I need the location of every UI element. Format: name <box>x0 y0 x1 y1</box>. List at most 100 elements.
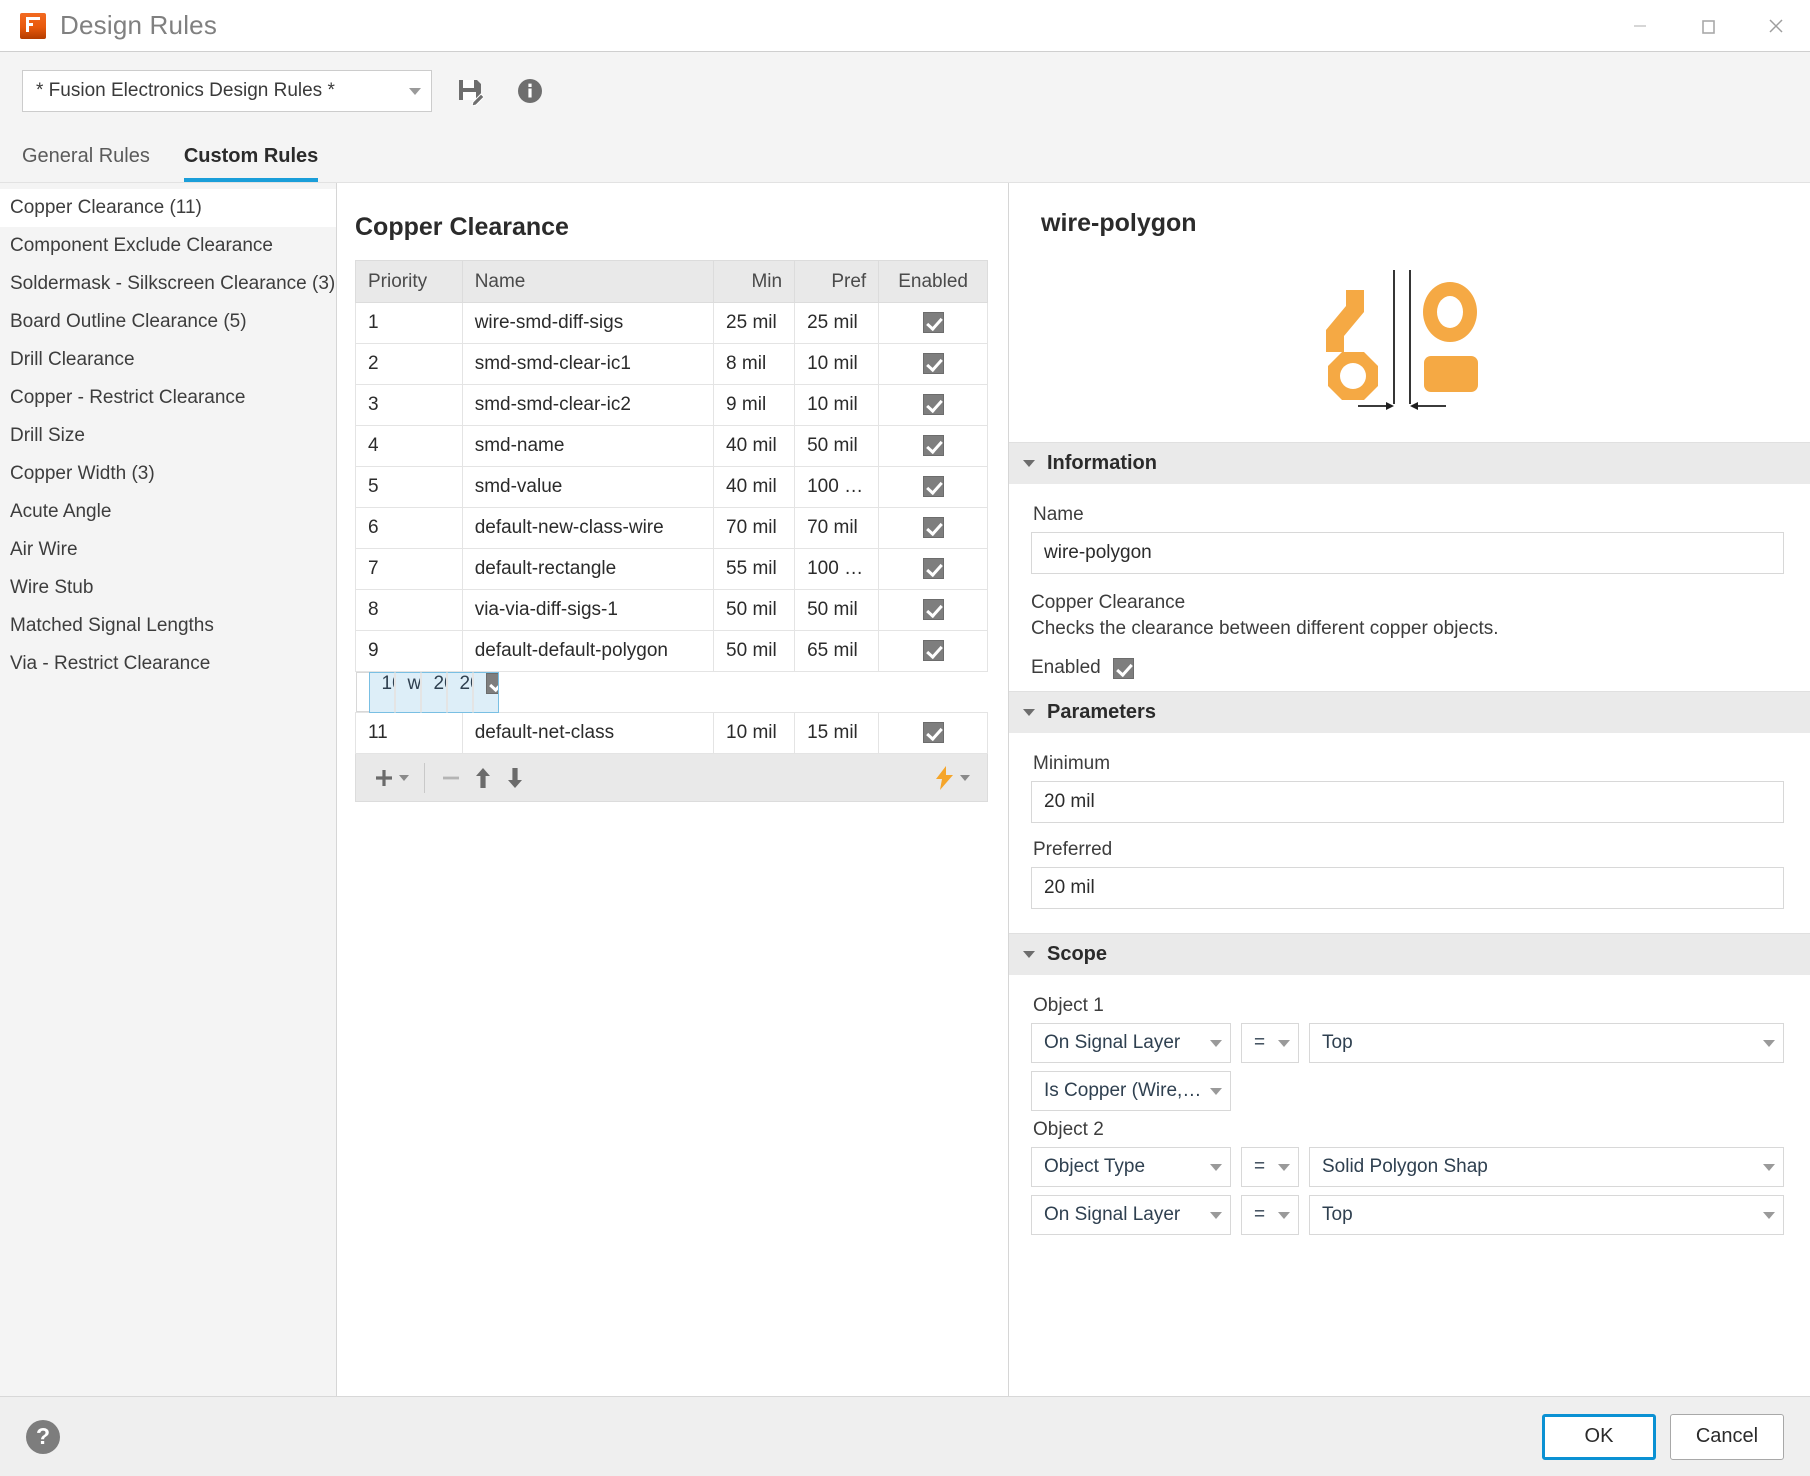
chevron-down-icon <box>1763 1039 1775 1047</box>
rule-category-label: Soldermask - Silkscreen Clearance (3) <box>10 273 336 294</box>
scope-operator-select[interactable]: = <box>1241 1023 1299 1064</box>
scope-property-select[interactable]: On Signal Layer <box>1031 1195 1231 1236</box>
chevron-down-icon <box>960 774 970 781</box>
rule-category-item[interactable]: Via - Restrict Clearance <box>0 645 336 683</box>
row-enabled-checkbox[interactable] <box>922 476 944 498</box>
cell-priority: 6 <box>355 507 463 549</box>
table-row[interactable]: 5 smd-value 40 mil 100 mil <box>355 466 988 508</box>
scope-operator-select[interactable]: = <box>1241 1195 1299 1236</box>
cell-name: smd-value <box>461 466 715 508</box>
cell-pref: 70 mil <box>794 507 880 549</box>
move-up-button[interactable] <box>467 758 499 798</box>
table-row[interactable]: 3 smd-smd-clear-ic2 9 mil 10 mil <box>355 384 988 426</box>
row-enabled-checkbox[interactable] <box>922 312 944 334</box>
row-enabled-checkbox[interactable] <box>485 672 498 694</box>
design-rules-dialog: Design Rules * Fusion Electronics Design… <box>0 0 1810 1476</box>
table-row[interactable]: 4 smd-name 40 mil 50 mil <box>355 425 988 467</box>
column-header-pref[interactable]: Pref <box>794 260 880 303</box>
scope-value-select[interactable]: Solid Polygon Shap <box>1309 1147 1784 1188</box>
rule-category-item[interactable]: Matched Signal Lengths <box>0 607 336 645</box>
rule-category-item[interactable]: Board Outline Clearance (5) <box>0 303 336 341</box>
row-enabled-checkbox[interactable] <box>922 640 944 662</box>
cell-name: smd-smd-clear-ic1 <box>461 343 715 385</box>
ok-button[interactable]: OK <box>1542 1413 1656 1460</box>
tab-general-rules[interactable]: General Rules <box>22 145 150 182</box>
scope-property-select[interactable]: On Signal Layer <box>1031 1023 1231 1064</box>
fusion-logo-icon <box>20 12 46 39</box>
info-icon[interactable] <box>508 69 552 113</box>
move-down-button[interactable] <box>499 758 531 798</box>
minimize-icon[interactable] <box>1606 0 1674 52</box>
table-row[interactable]: 9 default-default-polygon 50 mil 65 mil <box>355 630 988 672</box>
minimum-label: Minimum <box>1033 753 1111 775</box>
save-as-icon[interactable] <box>448 69 492 113</box>
scope-property-select[interactable]: Object Type <box>1031 1147 1231 1188</box>
window-title: Design Rules <box>60 10 218 40</box>
scope-value-select[interactable]: Top <box>1309 1195 1784 1236</box>
cell-priority: 4 <box>355 425 463 467</box>
design-rules-profile-select[interactable]: * Fusion Electronics Design Rules * <box>22 70 432 112</box>
column-header-name[interactable]: Name <box>461 260 715 303</box>
row-enabled-checkbox[interactable] <box>922 435 944 457</box>
row-enabled-checkbox[interactable] <box>922 722 944 744</box>
rule-category-label: Acute Angle <box>10 501 112 522</box>
column-header-priority[interactable]: Priority <box>355 260 463 303</box>
remove-rule-button[interactable] <box>435 758 467 798</box>
scope-property-value: On Signal Layer <box>1044 1204 1181 1226</box>
rule-category-item[interactable]: Copper Width (3) <box>0 455 336 493</box>
row-enabled-checkbox[interactable] <box>922 599 944 621</box>
cell-priority: 5 <box>355 466 463 508</box>
table-row[interactable]: 11 default-net-class 10 mil 15 mil <box>355 712 988 754</box>
quick-actions-button[interactable] <box>927 758 975 798</box>
table-row[interactable]: 7 default-rectangle 55 mil 100 mil <box>355 548 988 590</box>
table-row[interactable]: 8 via-via-diff-sigs-1 50 mil 50 mil <box>355 589 988 631</box>
cell-pref: 50 mil <box>794 589 880 631</box>
cell-priority: 1 <box>355 302 463 344</box>
row-enabled-checkbox[interactable] <box>922 353 944 375</box>
rules-table-body: 1 wire-smd-diff-sigs 25 mil 25 mil 2 smd-smd-… <box>355 302 988 754</box>
cell-min: 40 mil <box>713 425 796 467</box>
scope-value-select[interactable]: Top <box>1309 1023 1784 1064</box>
table-row[interactable]: 10wire-polygon20 mil20 mil <box>355 671 499 713</box>
table-row[interactable]: 6 default-new-class-wire 70 mil 70 mil <box>355 507 988 549</box>
detail-header: wire-polygon <box>1009 183 1810 442</box>
rule-category-item[interactable]: Drill Size <box>0 417 336 455</box>
tab-custom-rules[interactable]: Custom Rules <box>183 145 319 182</box>
section-header-information[interactable]: Information <box>1009 442 1810 484</box>
rule-category-item[interactable]: Soldermask - Silkscreen Clearance (3) <box>0 265 336 303</box>
section-header-scope[interactable]: Scope <box>1009 933 1810 976</box>
name-input[interactable]: wire-polygon <box>1031 532 1784 574</box>
close-icon[interactable] <box>1742 0 1810 52</box>
row-enabled-checkbox[interactable] <box>922 517 944 539</box>
maximize-icon[interactable] <box>1674 0 1742 52</box>
table-row[interactable]: 2 smd-smd-clear-ic1 8 mil 10 mil <box>355 343 988 385</box>
cancel-button[interactable]: Cancel <box>1670 1413 1784 1460</box>
rule-category-item[interactable]: Acute Angle <box>0 493 336 531</box>
row-enabled-checkbox[interactable] <box>922 394 944 416</box>
column-header-enabled[interactable]: Enabled <box>878 260 988 303</box>
scope-condition-row: On Signal Layer = Top <box>1031 1195 1784 1236</box>
row-enabled-checkbox[interactable] <box>922 558 944 580</box>
rule-category-item[interactable]: Air Wire <box>0 531 336 569</box>
help-icon[interactable]: ? <box>26 1419 60 1454</box>
chevron-down-icon <box>1278 1039 1290 1047</box>
minimum-input[interactable]: 20 mil <box>1031 781 1784 824</box>
cell-min: 9 mil <box>713 384 796 426</box>
enabled-checkbox[interactable] <box>1112 657 1134 679</box>
rule-category-item[interactable]: Component Exclude Clearance <box>0 227 336 265</box>
rule-category-item[interactable]: Drill Clearance <box>0 341 336 379</box>
section-header-parameters[interactable]: Parameters <box>1009 691 1810 734</box>
rule-category-item[interactable]: Copper - Restrict Clearance <box>0 379 336 417</box>
add-rule-button[interactable] <box>368 758 414 798</box>
rule-category-item[interactable]: Wire Stub <box>0 569 336 607</box>
cell-min: 40 mil <box>713 466 796 508</box>
table-row[interactable]: 1 wire-smd-diff-sigs 25 mil 25 mil <box>355 302 988 344</box>
scope-operator-select[interactable]: = <box>1241 1147 1299 1188</box>
rule-category-item[interactable]: Copper Clearance (11) <box>0 189 336 227</box>
chevron-down-icon <box>1278 1211 1290 1219</box>
rule-category-label: Copper Clearance (11) <box>10 197 202 218</box>
preferred-input[interactable]: 20 mil <box>1031 867 1784 910</box>
scope-property-select[interactable]: Is Copper (Wire, Pc <box>1031 1071 1231 1112</box>
column-header-min[interactable]: Min <box>713 260 796 303</box>
cell-enabled <box>878 302 988 344</box>
